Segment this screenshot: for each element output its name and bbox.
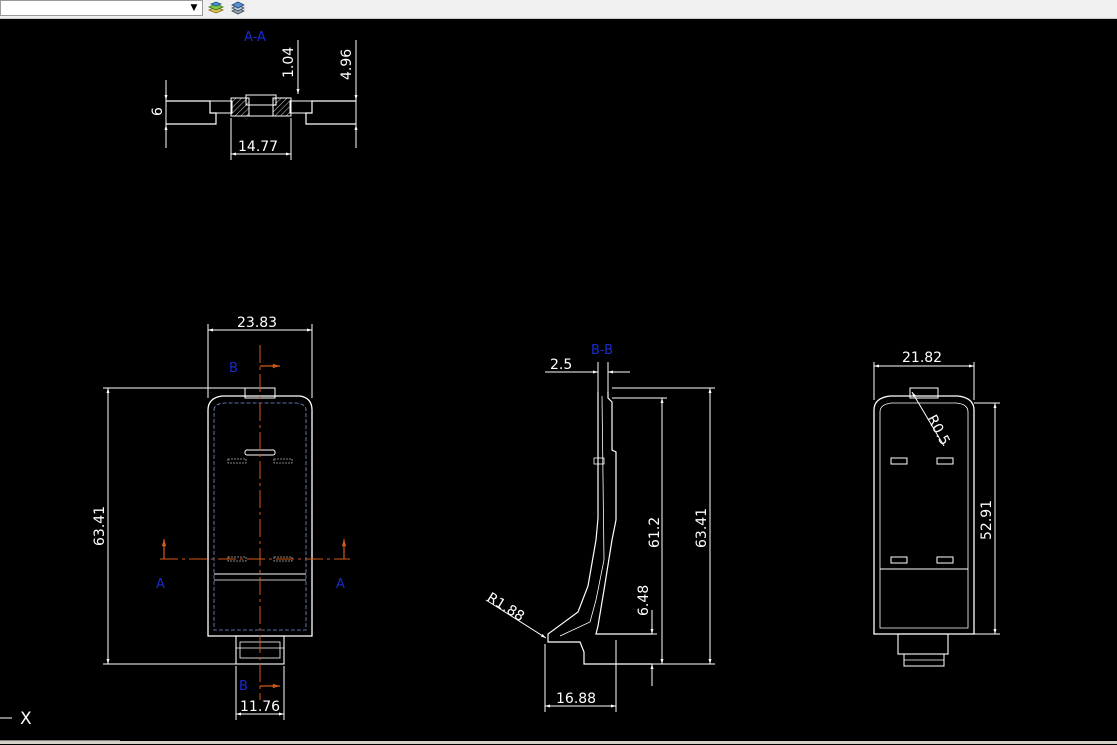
section-bb: B-B 2.5 61.2 63.41 6.48 16.88 R1.88 [484,343,715,712]
drawing-canvas[interactable]: A-A 6 1.04 4.96 14.77 23.83 63.41 11.76 … [0,19,1117,742]
back-view: 21.82 R0.5 52.91 [873,350,1000,667]
cut-label-b-top: B [229,361,238,376]
dim-back-radius: R0.5 [923,412,952,448]
ucs-icon: X [0,709,120,742]
dim-bb-step: 6.48 [636,585,652,616]
dim-bb-total: 63.41 [694,508,710,548]
drawing-svg: A-A 6 1.04 4.96 14.77 23.83 63.41 11.76 … [0,30,1000,742]
dim-front-tab: 11.76 [240,699,280,715]
section-aa-title: A-A [244,30,266,45]
dim-bb-depth: 16.88 [556,691,596,707]
dim-aa-total: 4.96 [339,49,355,80]
dim-aa-height: 6 [150,107,166,116]
ucs-axis-label: X [20,709,32,729]
section-bb-title: B-B [591,343,613,358]
dim-aa-width: 14.77 [238,139,278,155]
dim-aa-wall: 1.04 [281,47,297,78]
section-aa: A-A 6 1.04 4.96 14.77 [150,30,358,160]
layer-states-icon[interactable] [207,0,225,17]
toolbar: ▼ [0,0,1117,19]
dim-bb-inner: 61.2 [647,517,663,548]
cut-label-a-left: A [156,577,165,592]
layer-previous-icon[interactable] [229,0,247,17]
cut-label-a-right: A [336,577,345,592]
dim-bb-radius: R1.88 [484,590,527,625]
dim-front-height: 63.41 [92,506,108,546]
cut-label-b-bottom: B [239,679,248,694]
front-view: 23.83 63.41 11.76 B B A A [92,315,350,720]
dim-back-width: 21.82 [902,350,942,366]
dim-front-width: 23.83 [237,315,277,331]
layer-dropdown[interactable]: ▼ [0,0,203,16]
chevron-down-icon[interactable]: ▼ [188,2,200,14]
dim-back-height: 52.91 [979,500,995,540]
dim-bb-thickness: 2.5 [550,357,572,373]
